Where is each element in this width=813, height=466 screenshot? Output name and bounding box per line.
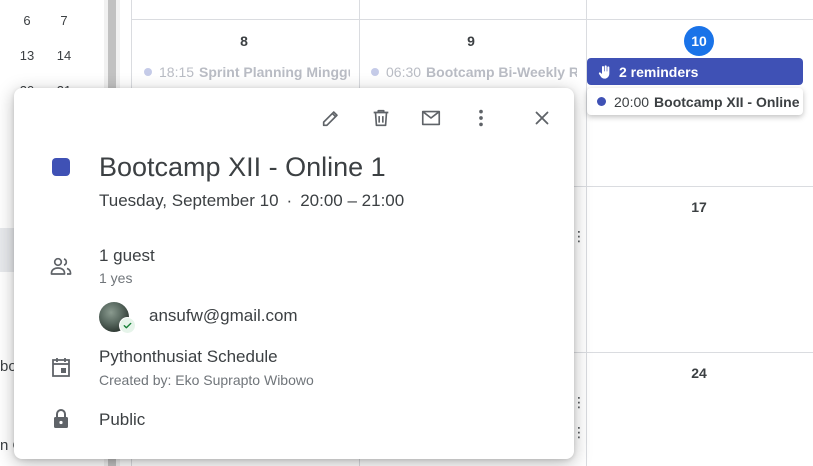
guest-email[interactable]: ansufw@gmail.com	[149, 306, 298, 326]
day-number[interactable]: 8	[229, 33, 259, 49]
email-guests-button[interactable]	[418, 105, 444, 131]
event-color-dot	[144, 68, 152, 76]
reminders-chip[interactable]: 2 reminders	[587, 58, 803, 85]
event-title: Bootcamp Bi-Weekly Review	[426, 64, 577, 80]
calendar-icon	[48, 354, 74, 380]
grid-line	[132, 19, 813, 20]
edit-icon	[322, 111, 338, 127]
guests-count: 1 guest	[99, 246, 155, 265]
lock-icon	[48, 406, 74, 432]
trash-icon	[373, 109, 389, 127]
more-vert-icon	[479, 109, 483, 127]
guest-avatar[interactable]	[99, 302, 136, 334]
day-number[interactable]: 24	[684, 365, 714, 381]
event-time-range: 20:00 – 21:00	[300, 191, 405, 210]
sidebar-selected-item	[0, 228, 14, 272]
event-color-swatch	[52, 158, 70, 176]
edit-event-button[interactable]	[318, 105, 344, 131]
mail-icon	[421, 110, 441, 126]
selected-calendar-event[interactable]: 20:00 Bootcamp XII - Online 1	[587, 88, 803, 115]
padlock-icon	[54, 409, 68, 428]
event-time: 06:30	[386, 64, 422, 80]
reminder-hand-icon	[598, 64, 610, 79]
accepted-check-icon	[119, 317, 136, 334]
hidden-event-fragment: ⋮	[572, 424, 586, 440]
guests-responses: 1 yes	[99, 270, 133, 286]
event-time: 20:00	[614, 93, 650, 110]
day-number[interactable]: 9	[456, 33, 486, 49]
hidden-event-fragment: ⋮	[572, 228, 586, 244]
date-separator: ·	[286, 191, 293, 210]
calendar-glyph-icon	[52, 358, 70, 377]
event-color-dot	[597, 97, 606, 106]
event-title: Bootcamp XII - Online 1	[654, 93, 803, 110]
event-title-heading: Bootcamp XII - Online 1	[99, 152, 386, 182]
event-date: Tuesday, September 10	[99, 191, 279, 210]
mini-day[interactable]: 13	[15, 48, 39, 63]
today-day-number[interactable]: 10	[684, 26, 714, 56]
mini-day[interactable]: 7	[52, 13, 76, 28]
event-time: 18:15	[159, 64, 195, 80]
mini-day[interactable]: 6	[15, 13, 39, 28]
day-number[interactable]: 17	[684, 199, 714, 215]
event-visibility: Public	[99, 410, 146, 429]
event-details-popup: Bootcamp XII - Online 1 Tuesday, Septemb…	[14, 88, 574, 459]
hidden-event-fragment: ⋮	[572, 394, 586, 410]
people-icon	[50, 257, 72, 275]
calendar-event[interactable]: 06:30 Bootcamp Bi-Weekly Review	[371, 61, 577, 83]
calendar-name: Pythonthusiat Schedule	[99, 347, 278, 366]
event-color-dot	[371, 68, 379, 76]
event-title: Sprint Planning Minggu	[199, 64, 350, 80]
reminders-label: 2 reminders	[619, 63, 699, 80]
event-creator: Created by: Eko Suprapto Wibowo	[99, 372, 314, 388]
delete-event-button[interactable]	[368, 105, 394, 131]
event-date-time: Tuesday, September 10 · 20:00 – 21:00	[99, 191, 404, 211]
close-button[interactable]	[529, 105, 555, 131]
close-icon	[535, 111, 549, 125]
guests-icon	[48, 253, 74, 279]
options-button[interactable]	[468, 105, 494, 131]
mini-day[interactable]: 14	[52, 48, 76, 63]
calendar-event[interactable]: 18:15 Sprint Planning Minggu	[144, 61, 350, 83]
